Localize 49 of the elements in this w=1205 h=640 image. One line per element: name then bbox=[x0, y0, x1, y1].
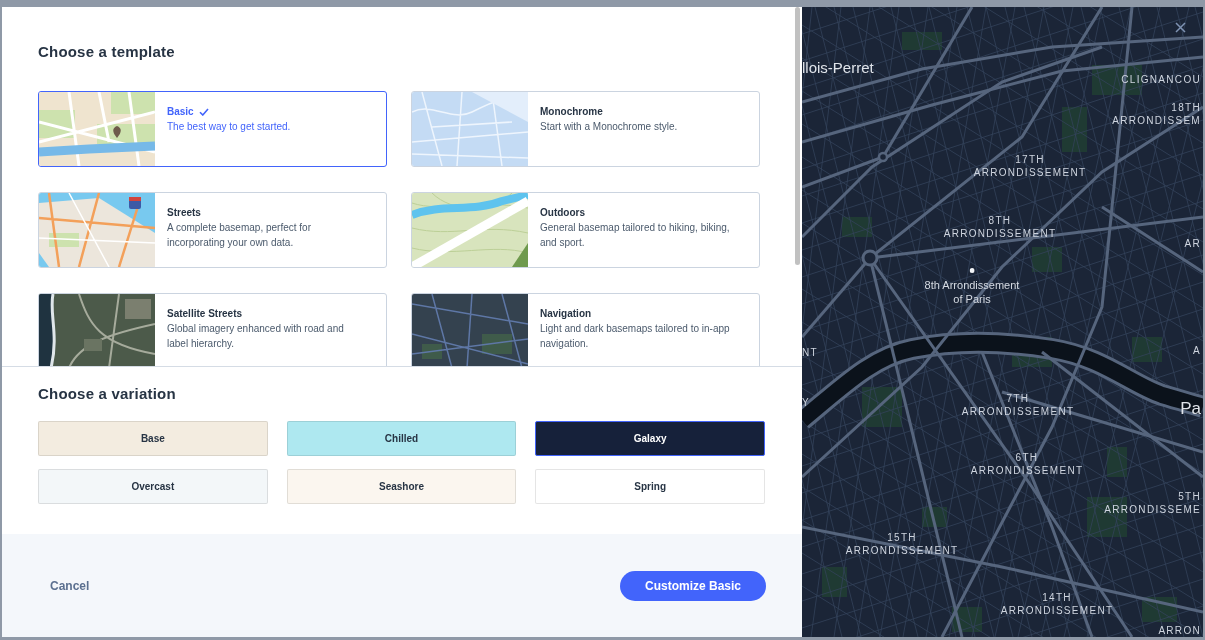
variation-button[interactable]: Seashore bbox=[286, 469, 517, 504]
template-name: Monochrome bbox=[540, 105, 603, 119]
template-card[interactable]: Basic The best way to get started. bbox=[38, 91, 387, 167]
district-label: 8TH ARRONDISSEMENT bbox=[943, 214, 1057, 240]
poi-label: 8th Arrondissement of Paris bbox=[924, 278, 1020, 306]
variation-button[interactable]: Overcast bbox=[38, 469, 268, 504]
template-card[interactable]: Monochrome Start with a Monochrome style. bbox=[411, 91, 760, 167]
place-label: Pa bbox=[1180, 399, 1201, 419]
district-label: CLIGNANCOU bbox=[1121, 73, 1201, 86]
variation-button[interactable]: Base bbox=[38, 421, 268, 456]
template-name: Streets bbox=[167, 206, 201, 220]
template-name: Outdoors bbox=[540, 206, 585, 220]
location-dot-icon bbox=[969, 268, 975, 273]
district-label: 18TH ARRONDISSEM bbox=[1112, 101, 1201, 127]
customize-button[interactable]: Customize Basic bbox=[619, 570, 766, 601]
template-name: Navigation bbox=[540, 307, 592, 321]
district-label: 7TH ARRONDISSEMENT bbox=[961, 392, 1075, 418]
template-description: The best way to get started. bbox=[167, 120, 292, 134]
close-icon[interactable] bbox=[1175, 22, 1186, 33]
variation-button[interactable]: Spring bbox=[535, 469, 765, 504]
template-card[interactable]: Navigation Light and dark basemaps tailored to in-app navigation. bbox=[411, 293, 760, 366]
template-description: Start with a Monochrome style. bbox=[540, 120, 679, 134]
template-card[interactable]: Streets A complete basemap, perfect for incorporating your own data. bbox=[38, 192, 387, 268]
district-label: AR bbox=[1184, 237, 1201, 250]
template-card[interactable]: Outdoors General basemap tailored to hiking, biking, and sport. bbox=[411, 192, 760, 268]
check-icon bbox=[198, 107, 209, 116]
district-label: NT bbox=[802, 346, 818, 359]
district-label: 14TH ARRONDISSEMENT bbox=[1000, 591, 1114, 617]
template-description: Light and dark basemaps tailored to in-app navigation. bbox=[540, 322, 731, 351]
template-name: Satellite Streets bbox=[167, 307, 243, 321]
district-label: 17TH ARRONDISSEMENT bbox=[973, 153, 1087, 179]
district-label: 6TH ARRONDISSEMENT bbox=[970, 451, 1084, 477]
scrollbar-thumb[interactable] bbox=[795, 7, 800, 265]
variation-button[interactable]: Galaxy bbox=[535, 421, 765, 456]
template-name: Basic bbox=[167, 105, 194, 119]
template-description: A complete basemap, perfect for incorporating your own data. bbox=[167, 221, 312, 250]
cancel-button[interactable]: Cancel bbox=[50, 578, 90, 593]
variation-button[interactable]: Chilled bbox=[286, 421, 517, 456]
district-label: 15TH ARRONDISSEMENT bbox=[845, 531, 959, 557]
template-description: General basemap tailored to hiking, biking, and sport. bbox=[540, 221, 731, 250]
template-card[interactable]: Satellite Streets Global imagery enhanced with road and label hierarchy. bbox=[38, 293, 387, 366]
section-heading: Choose a template bbox=[38, 43, 176, 61]
district-label: ARRON bbox=[1158, 624, 1201, 637]
section-heading: Choose a variation bbox=[38, 385, 177, 403]
district-label: A bbox=[1193, 344, 1201, 357]
template-description: Global imagery enhanced with road and label hierarchy. bbox=[167, 322, 345, 351]
place-label: llois-Perret bbox=[802, 59, 874, 77]
district-label: Y bbox=[802, 396, 810, 409]
district-label: 5TH ARRONDISSEME bbox=[1104, 490, 1201, 516]
